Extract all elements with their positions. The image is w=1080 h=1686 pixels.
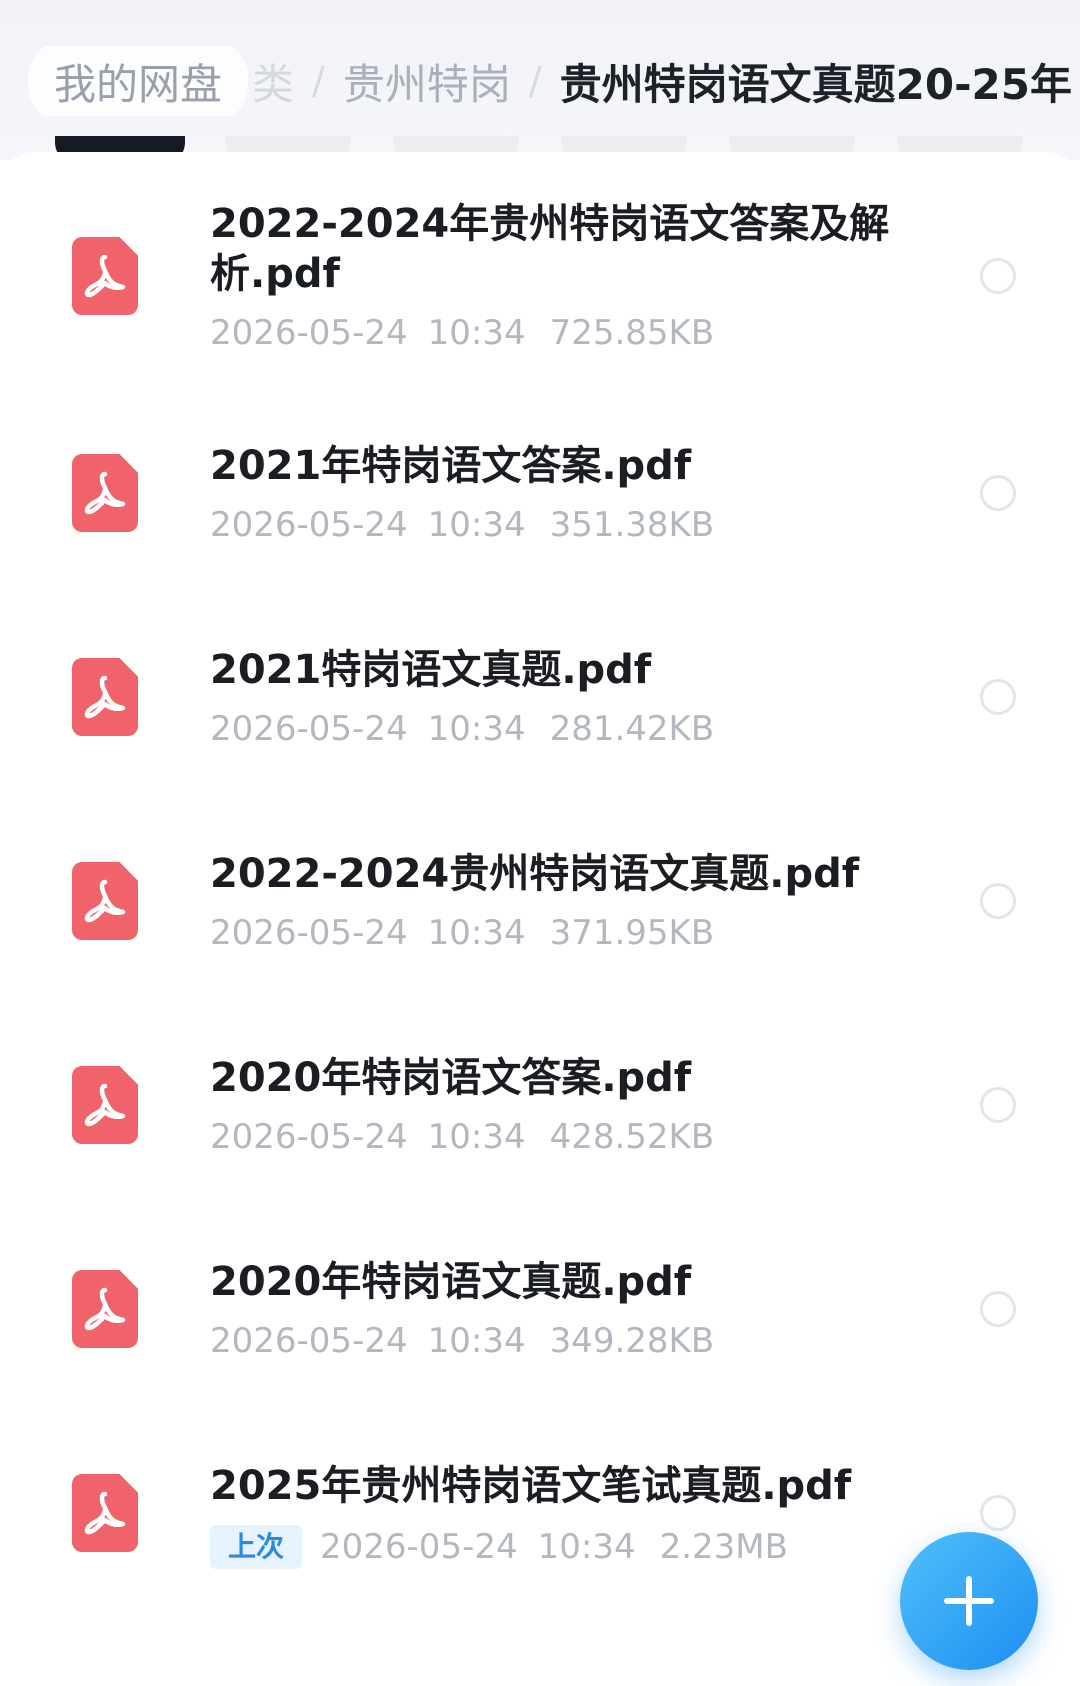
file-size: 349.28KB <box>549 1321 715 1361</box>
file-size: 428.52KB <box>549 1117 715 1157</box>
file-meta: 2026-05-24 10:34 349.28KB <box>210 1321 714 1361</box>
file-date: 2026-05-24 <box>210 313 408 353</box>
breadcrumb-separator: / <box>528 59 542 103</box>
file-time: 10:34 <box>537 1527 636 1567</box>
select-checkbox[interactable] <box>980 475 1016 511</box>
file-name: 2025年贵州特岗语文笔试真题.pdf <box>210 1463 852 1509</box>
pdf-icon <box>72 454 138 532</box>
select-checkbox[interactable] <box>980 1291 1016 1327</box>
file-size: 725.85KB <box>549 313 715 353</box>
file-meta: 2026-05-24 10:34 428.52KB <box>210 1117 714 1157</box>
file-date: 2026-05-24 <box>210 913 408 953</box>
pdf-icon <box>72 1066 138 1144</box>
file-date: 2026-05-24 <box>210 709 408 749</box>
select-checkbox[interactable] <box>980 679 1016 715</box>
file-time: 10:34 <box>427 313 526 353</box>
breadcrumb: 我的网盘 类 / 贵州特岗 / 贵州特岗语文真题20-25年 <box>0 46 1080 116</box>
select-checkbox[interactable] <box>980 1495 1016 1531</box>
file-meta: 2026-05-24 10:34 281.42KB <box>210 709 714 749</box>
header: 我的网盘 类 / 贵州特岗 / 贵州特岗语文真题20-25年 <box>0 0 1080 166</box>
plus-icon <box>944 1576 994 1626</box>
file-time: 10:34 <box>427 1321 526 1361</box>
file-time: 10:34 <box>427 709 526 749</box>
breadcrumb-item-partial[interactable]: 类 <box>252 51 294 112</box>
file-date: 2026-05-24 <box>320 1527 518 1567</box>
file-time: 10:34 <box>427 913 526 953</box>
file-name: 2020年特岗语文真题.pdf <box>210 1259 692 1305</box>
file-name: 2021年特岗语文答案.pdf <box>210 443 692 489</box>
file-size: 2.23MB <box>659 1527 788 1567</box>
pdf-icon <box>72 658 138 736</box>
pdf-icon <box>72 1474 138 1552</box>
file-time: 10:34 <box>427 505 526 545</box>
file-date: 2026-05-24 <box>210 1321 408 1361</box>
file-name: 2020年特岗语文答案.pdf <box>210 1055 692 1101</box>
pdf-icon <box>72 862 138 940</box>
select-checkbox[interactable] <box>980 1087 1016 1123</box>
file-meta: 2026-05-24 10:34 725.85KB <box>210 313 714 353</box>
file-date: 2026-05-24 <box>210 505 408 545</box>
file-date: 2026-05-24 <box>210 1117 408 1157</box>
breadcrumb-item-parent[interactable]: 贵州特岗 <box>343 51 511 112</box>
file-name: 2021特岗语文真题.pdf <box>210 647 652 693</box>
breadcrumb-root[interactable]: 我的网盘 <box>28 46 249 116</box>
file-size: 371.95KB <box>549 913 715 953</box>
file-name: 2022-2024年贵州特岗语文答案及解析.pdf <box>210 201 890 297</box>
file-meta: 上次 2026-05-24 10:34 2.23MB <box>210 1525 788 1569</box>
file-name: 2022-2024贵州特岗语文真题.pdf <box>210 851 860 897</box>
select-checkbox[interactable] <box>980 258 1016 294</box>
file-meta: 2026-05-24 10:34 371.95KB <box>210 913 714 953</box>
pdf-icon <box>72 237 138 315</box>
file-meta: 2026-05-24 10:34 351.38KB <box>210 505 714 545</box>
breadcrumb-separator: / <box>312 59 325 103</box>
pdf-icon <box>72 1270 138 1348</box>
add-button[interactable] <box>900 1532 1038 1670</box>
select-checkbox[interactable] <box>980 883 1016 919</box>
recent-badge: 上次 <box>210 1525 303 1569</box>
breadcrumb-current: 贵州特岗语文真题20-25年 <box>559 59 1072 109</box>
file-time: 10:34 <box>427 1117 526 1157</box>
file-size: 281.42KB <box>549 709 715 749</box>
file-list-panel: 2022-2024年贵州特岗语文答案及解析.pdf 2026-05-24 10:34… <box>0 152 1080 1686</box>
file-size: 351.38KB <box>549 505 715 545</box>
